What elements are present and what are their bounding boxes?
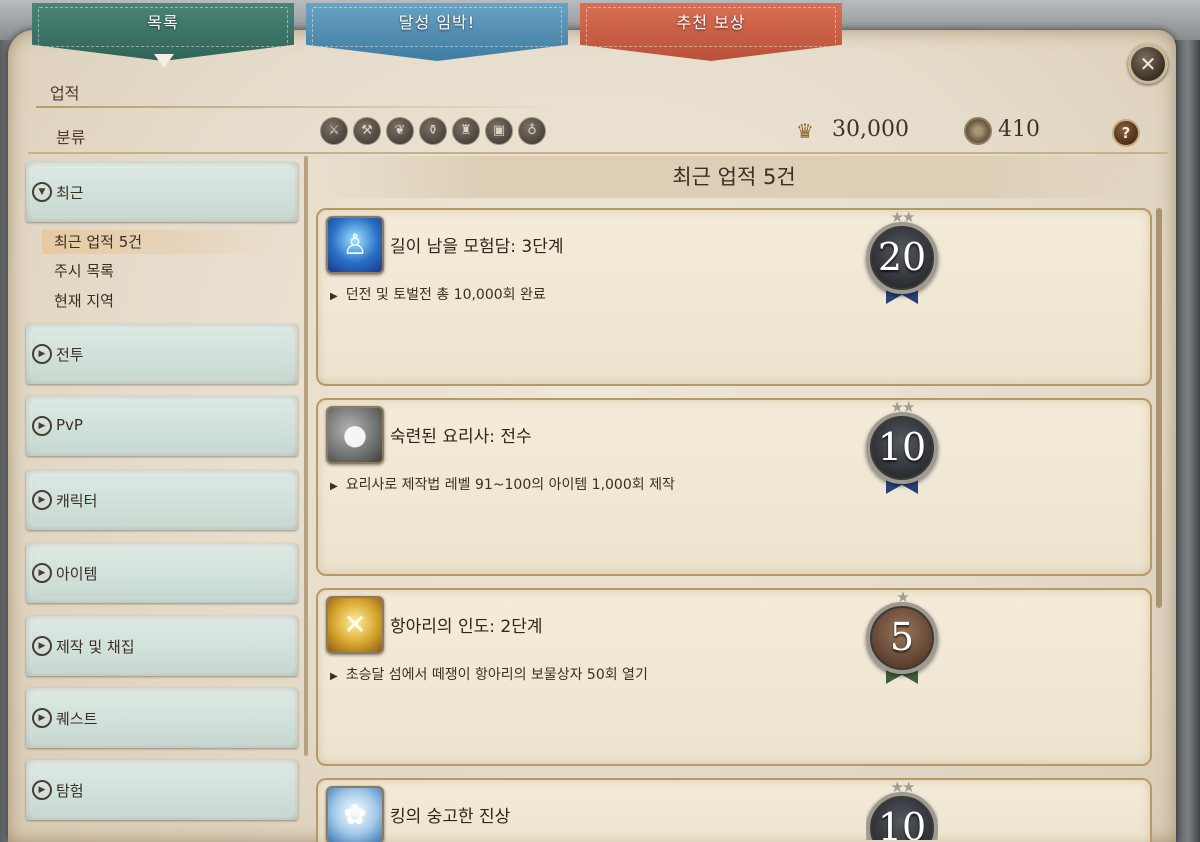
- star-icon: ★★: [890, 778, 916, 796]
- sidebar-category-exploration[interactable]: ▶ 탐험: [26, 760, 298, 820]
- armor-icon[interactable]: ♜: [452, 117, 480, 145]
- sidebar-category-label: PvP: [56, 416, 83, 434]
- sidebar-category-label: 캐릭터: [56, 492, 98, 510]
- category-filter-icons: ⚔ ⚒ ❦ ⚱ ♜ ▣ ♁: [320, 117, 546, 145]
- adventurer-icon: ♙: [326, 216, 384, 274]
- achievement-points-medal: ♛ 20 ★★: [866, 206, 938, 310]
- achievement-description: ▶ 초승달 섬에서 떼쟁이 항아리의 보물상자 50회 열기: [330, 664, 648, 684]
- chevron-right-icon: ▶: [32, 563, 52, 583]
- sidebar-category-quests[interactable]: ▶ 퀘스트: [26, 688, 298, 748]
- sidebar-item-watchlist[interactable]: 주시 목록: [54, 260, 114, 281]
- sidebar-category-items[interactable]: ▶ 아이템: [26, 543, 298, 603]
- chevron-right-icon: ▶: [32, 490, 52, 510]
- help-button[interactable]: ?: [1112, 119, 1140, 147]
- sidebar-scrollbar[interactable]: [304, 156, 308, 756]
- achievement-card[interactable]: ✿ 킹의 숭고한 진상 10 ★★: [316, 778, 1152, 842]
- chevron-down-icon: ▼: [32, 182, 52, 202]
- potion-icon[interactable]: ♁: [518, 117, 546, 145]
- sidebar-category-recent[interactable]: ▼ 최근: [26, 162, 298, 222]
- sidebar-category-character[interactable]: ▶ 캐릭터: [26, 470, 298, 530]
- sidebar-category-label: 퀘스트: [56, 710, 98, 728]
- achievement-title: 항아리의 인도: 2단계: [390, 617, 543, 637]
- leaf-icon[interactable]: ❦: [386, 117, 414, 145]
- sidebar-category-pvp[interactable]: ▶ PvP: [26, 396, 298, 456]
- achievement-description: ▶ 요리사로 제작법 레벨 91~100의 아이템 1,000회 제작: [330, 474, 675, 494]
- category-sidebar: ▼ 최근 최근 업적 5건 주시 목록 현재 지역 ▶ 전투 ▶ PvP ▶ 캐…: [26, 160, 300, 830]
- achievement-points: 30,000: [832, 117, 909, 142]
- adventurer-glyph: ♙: [342, 228, 368, 261]
- achievement-description: ▶ 던전 및 토벌전 총 10,000회 완료: [330, 284, 546, 304]
- close-button[interactable]: ✕: [1128, 44, 1168, 84]
- category-label: 분류: [56, 128, 86, 147]
- sidebar-category-label: 전투: [56, 346, 84, 364]
- achievement-certificates: 410: [998, 117, 1040, 142]
- header-divider: [28, 152, 1168, 154]
- sword-icon[interactable]: ⚔: [320, 117, 348, 145]
- triangle-bullet-icon: ▶: [330, 481, 338, 492]
- achievement-description-text: 던전 및 토벌전 총 10,000회 완료: [345, 287, 546, 303]
- medal-points: 10: [866, 792, 938, 840]
- sidebar-category-battle[interactable]: ▶ 전투: [26, 324, 298, 384]
- window-title: 업적: [50, 84, 80, 103]
- triangle-bullet-icon: ▶: [330, 671, 338, 682]
- treasure-map-glyph: ✕: [343, 608, 367, 641]
- medal-points: 10: [866, 412, 938, 484]
- chevron-right-icon: ▶: [32, 636, 52, 656]
- sidebar-category-label: 최근: [56, 184, 84, 202]
- chevron-right-icon: ▶: [32, 708, 52, 728]
- achievement-points-medal: 10 ★★: [866, 776, 938, 840]
- achievement-title: 길이 남을 모험담: 3단계: [390, 237, 564, 257]
- frying-pan-icon: ●: [326, 406, 384, 464]
- achievement-points-medal: ♛ 5 ★: [866, 586, 938, 690]
- sidebar-category-crafting-gathering[interactable]: ▶ 제작 및 채집: [26, 616, 298, 676]
- achievement-card[interactable]: ● 숙련된 요리사: 전수 ▶ 요리사로 제작법 레벨 91~100의 아이템 1…: [316, 398, 1152, 576]
- star-icon: ★★: [890, 398, 916, 416]
- chevron-right-icon: ▶: [32, 780, 52, 800]
- moogle-king-icon: ✿: [326, 786, 384, 842]
- title-divider: [36, 106, 564, 108]
- sidebar-item-recent-5[interactable]: 최근 업적 5건: [42, 230, 282, 254]
- trophy-icon: ♛: [796, 119, 814, 143]
- achievement-description-text: 초승달 섬에서 떼쟁이 항아리의 보물상자 50회 열기: [345, 667, 648, 683]
- list-scrollbar[interactable]: [1156, 208, 1162, 608]
- frying-pan-glyph: ●: [342, 418, 368, 451]
- achievement-title: 숙련된 요리사: 전수: [390, 427, 532, 447]
- list-title: 최근 업적 5건: [316, 156, 1152, 198]
- anvil-icon[interactable]: ⚒: [353, 117, 381, 145]
- sidebar-category-label: 아이템: [56, 565, 98, 583]
- achievement-card[interactable]: ✕ 항아리의 인도: 2단계 ▶ 초승달 섬에서 떼쟁이 항아리의 보물상자 50…: [316, 588, 1152, 766]
- achievement-card[interactable]: ♙ 길이 남을 모험담: 3단계 ▶ 던전 및 토벌전 총 10,000회 완료 …: [316, 208, 1152, 386]
- chest-icon[interactable]: ▣: [485, 117, 513, 145]
- sidebar-category-label: 제작 및 채집: [56, 638, 135, 656]
- medal-points: 5: [866, 602, 938, 674]
- medal-points: 20: [866, 222, 938, 294]
- star-icon: ★★: [890, 208, 916, 226]
- close-icon: ✕: [1139, 52, 1157, 76]
- achievement-description-text: 요리사로 제작법 레벨 91~100의 아이템 1,000회 제작: [345, 477, 675, 493]
- star-icon: ★: [896, 588, 909, 606]
- treasure-map-icon: ✕: [326, 596, 384, 654]
- coin-icon: [964, 117, 992, 145]
- achievement-points-medal: ♛ 10 ★★: [866, 396, 938, 500]
- sidebar-item-current-zone[interactable]: 현재 지역: [54, 290, 114, 311]
- chevron-right-icon: ▶: [32, 344, 52, 364]
- sidebar-category-label: 탐험: [56, 782, 84, 800]
- vase-icon[interactable]: ⚱: [419, 117, 447, 145]
- chevron-right-icon: ▶: [32, 416, 52, 436]
- triangle-bullet-icon: ▶: [330, 291, 338, 302]
- achievement-title: 킹의 숭고한 진상: [390, 807, 511, 827]
- moogle-king-glyph: ✿: [343, 798, 367, 831]
